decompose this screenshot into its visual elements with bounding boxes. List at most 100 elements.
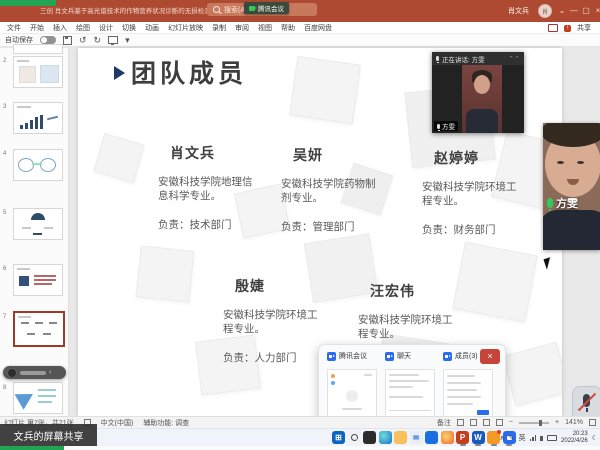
taskbar-icon-store[interactable]	[425, 431, 438, 444]
slide-thumbnail-5[interactable]	[13, 208, 63, 240]
slide-title[interactable]: 团队成员	[131, 54, 247, 90]
slide-sorter-view-icon[interactable]	[470, 419, 477, 426]
tab-design[interactable]: 设计	[99, 23, 113, 33]
taskbar-icon-word[interactable]: W	[472, 431, 485, 444]
tab-home[interactable]: 开始	[30, 23, 44, 33]
taskbar-icon-firefox[interactable]	[441, 431, 454, 444]
account-avatar[interactable]: 肖	[538, 4, 552, 18]
member-name: 赵婷婷	[434, 148, 526, 168]
normal-view-icon[interactable]	[457, 419, 464, 426]
team-member-card[interactable]: 肖文兵 安徽科技学院地理信息科学专业。 负责：技术部门	[158, 143, 262, 232]
thumb-number: 3	[3, 104, 6, 110]
taskbar-icon-photos[interactable]	[363, 431, 376, 444]
autosave-toggle[interactable]	[40, 36, 56, 44]
start-slideshow-icon[interactable]	[108, 36, 118, 44]
search-icon	[213, 6, 220, 13]
title-bullet-triangle	[114, 66, 125, 80]
member-desc: 安徽科技学院环境工程专业。	[358, 313, 462, 341]
preview-close-button[interactable]: ×	[480, 349, 500, 364]
slide-thumbnail-6[interactable]	[13, 264, 63, 296]
taskbar-icon-edge[interactable]	[379, 431, 392, 444]
team-member-card[interactable]: 殷婕 安徽科技学院环境工程专业。 负责：人力部门	[223, 276, 327, 365]
member-role: 负责：技术部门	[158, 217, 262, 232]
taskbar-clock[interactable]: 20:23 2022/4/26	[561, 431, 588, 446]
language-indicator[interactable]: 中文(中国)	[101, 418, 134, 428]
screen-share-border-bottom	[0, 446, 64, 450]
tab-slideshow[interactable]: 幻灯片放映	[168, 23, 203, 33]
close-button[interactable]: ×	[592, 6, 600, 15]
team-member-card[interactable]: 赵婷婷 安徽科技学院环境工程专业。 负责：财务部门	[422, 148, 526, 237]
slide-thumbnail-1-partial[interactable]	[13, 44, 63, 54]
share-icon: ↑	[564, 25, 571, 32]
zoom-out-button[interactable]: −	[509, 419, 513, 426]
speaker-video-window[interactable]: 正在讲话: 方雯 ⌃⌃ 方雯	[432, 52, 524, 133]
meeting-badge-label: 腾讯会议	[258, 3, 284, 13]
notes-toggle[interactable]: 备注	[437, 418, 451, 428]
fit-to-window-icon[interactable]	[589, 419, 596, 426]
tab-draw[interactable]: 绘图	[76, 23, 90, 33]
speaker-window-header[interactable]: 正在讲话: 方雯 ⌃⌃	[432, 52, 524, 65]
preview-window-members[interactable]	[443, 369, 493, 419]
slide-thumbnail-2[interactable]	[13, 56, 63, 88]
participant-video-panel[interactable]: 方雯	[543, 123, 600, 250]
tab-file[interactable]: 文件	[7, 23, 21, 33]
redo-icon[interactable]: ↻	[94, 36, 102, 45]
zoom-in-button[interactable]: +	[555, 419, 559, 426]
microphone-stand	[586, 408, 588, 412]
tab-record[interactable]: 录制	[212, 23, 226, 33]
share-button[interactable]: 共享	[577, 23, 591, 33]
maximize-button[interactable]: ▢	[580, 6, 592, 15]
chevron-left-icon: ‹	[49, 369, 51, 376]
deco-square	[502, 342, 562, 407]
accessibility-status[interactable]: 辅助功能: 调查	[143, 418, 189, 428]
reading-view-icon[interactable]	[483, 419, 490, 426]
thumb-number: 5	[3, 210, 6, 216]
preview-window-chat[interactable]	[385, 369, 435, 419]
floating-collab-toolbar[interactable]: ‹	[3, 366, 66, 379]
thumb-number: 4	[3, 151, 6, 157]
preview-tab-meeting[interactable]: 腾讯会议	[327, 351, 367, 361]
tab-view[interactable]: 视图	[258, 23, 272, 33]
battery-icon[interactable]	[547, 435, 557, 441]
slide-thumbnail-3[interactable]	[13, 102, 63, 134]
preview-tab-chat[interactable]: 聊天	[385, 351, 411, 361]
tab-insert[interactable]: 插入	[53, 23, 67, 33]
tencent-meeting-badge[interactable]: 腾讯会议	[244, 2, 289, 14]
minimize-button[interactable]: —	[568, 6, 580, 15]
preview-window-meeting[interactable]	[327, 369, 377, 419]
taskbar-icon-mail[interactable]: ✉	[410, 431, 423, 444]
team-member-card[interactable]: 吴妍 安徽科技学院药物制剂专业。 负责：管理部门	[281, 145, 385, 234]
slide-thumbnail-8[interactable]	[13, 382, 63, 414]
tab-transitions[interactable]: 切换	[122, 23, 136, 33]
tab-animations[interactable]: 动画	[145, 23, 159, 33]
save-icon[interactable]	[63, 36, 72, 45]
tray-chevron-icon[interactable]: ∧	[500, 434, 505, 442]
network-icon[interactable]	[530, 435, 537, 441]
taskbar-icon-search[interactable]	[348, 431, 361, 444]
participant-name: 方雯	[556, 195, 578, 211]
input-language-indicator[interactable]: 英	[519, 433, 526, 443]
slide-thumbnail-7-selected[interactable]	[13, 311, 65, 347]
notification-moon-icon[interactable]: ☾	[592, 434, 598, 442]
taskbar-icon-start[interactable]: ⊞	[332, 431, 345, 444]
tab-review[interactable]: 审阅	[235, 23, 249, 33]
slideshow-view-icon[interactable]	[496, 419, 503, 426]
volume-icon[interactable]	[540, 436, 543, 441]
tab-help[interactable]: 帮助	[281, 23, 295, 33]
qat-dropdown-icon[interactable]: ▾	[125, 36, 130, 45]
pen-icon[interactable]: ✎	[509, 434, 515, 442]
ribbon-display-options-icon[interactable]: ⌄	[556, 6, 568, 15]
taskbar-icon-powerpoint[interactable]: P	[456, 431, 469, 444]
zoom-slider[interactable]	[519, 422, 549, 424]
undo-icon[interactable]: ↺	[79, 36, 87, 45]
member-name: 肖文兵	[170, 143, 262, 163]
comments-icon[interactable]	[548, 24, 558, 32]
slide-thumbnail-4[interactable]	[13, 149, 63, 181]
bottom-strip	[0, 446, 600, 450]
zoom-percentage[interactable]: 141%	[565, 419, 583, 426]
taskbar-icon-wechat-work[interactable]	[487, 431, 500, 444]
account-username[interactable]: 肖文兵	[508, 6, 529, 16]
tab-baidu-netdisk[interactable]: 百度网盘	[304, 23, 332, 33]
preview-tab-members[interactable]: 成员(3)	[443, 351, 478, 361]
taskbar-icon-file-explorer[interactable]	[394, 431, 407, 444]
